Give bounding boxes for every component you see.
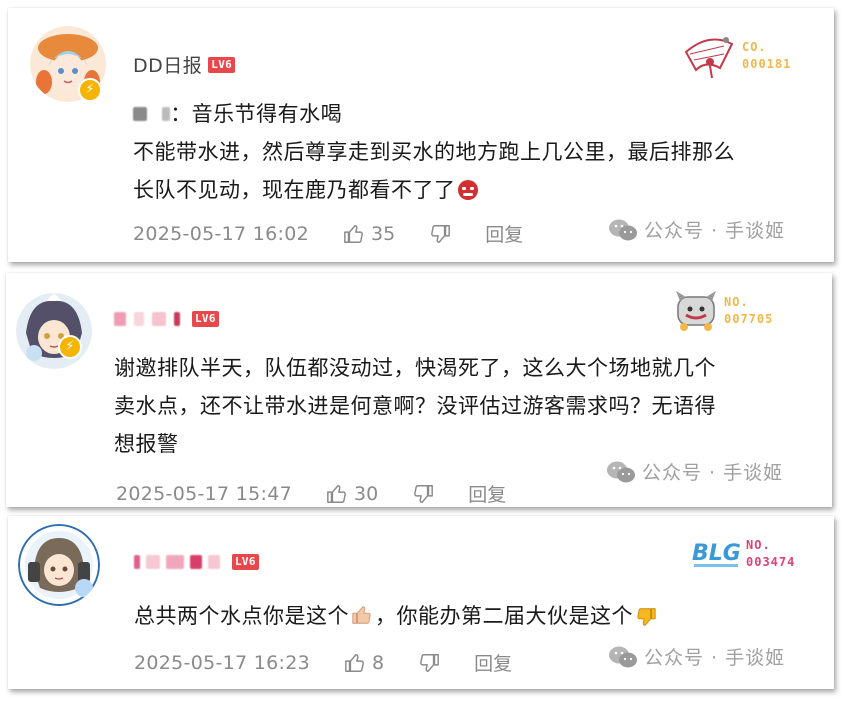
like-button[interactable]: 30: [326, 483, 378, 505]
redacted-block: [152, 312, 166, 326]
verified-badge-icon: ⚡: [78, 78, 102, 102]
fan-number: 007705: [724, 312, 774, 326]
fan-label: NO.: [746, 538, 771, 552]
thumbs-down-icon: [420, 653, 440, 672]
watermark-text: 公众号 · 手谈姬: [644, 647, 786, 669]
dislike-button[interactable]: [429, 223, 451, 245]
reply-button[interactable]: 回复: [485, 220, 523, 247]
comment-card: ⚡ LV6 NO. 007705 谢邀排队半天，队伍都没动过，快渴死了，这么大个…: [6, 273, 832, 507]
thumbs-down-icon: [414, 484, 434, 503]
fan-medal: CO. 000181: [680, 30, 791, 82]
comment-line: 总共两个水点你是这个: [134, 604, 349, 628]
wechat-icon: [607, 461, 635, 482]
comment-meta: 2025-05-17 16:23 8 回复: [134, 649, 512, 676]
fan-medal: BLG NO. 003474: [690, 536, 795, 572]
fan-label: NO.: [724, 295, 749, 309]
like-count: 30: [354, 482, 379, 505]
username-row: LV6: [134, 554, 259, 570]
comment-datetime: 2025-05-17 16:02: [133, 222, 310, 245]
fan-medal-icon: [676, 291, 716, 331]
dislike-button[interactable]: [418, 652, 440, 674]
comment-card: LV6 BLG NO. 003474 总共两个水点你是这个 ，你能办第二届大伙是这…: [8, 516, 834, 689]
comment-line: 卖水点，还不让带水进是何意啊？没评估过游客需求吗？无语得: [114, 394, 716, 418]
watermark: 公众号 · 手谈姬: [608, 643, 785, 670]
watermark: 公众号 · 手谈姬: [606, 458, 783, 485]
comment-meta: 2025-05-17 15:47 30 回复: [116, 480, 506, 507]
username-redacted[interactable]: [134, 555, 220, 569]
thumbs-up-emoji: [351, 600, 373, 638]
level-badge: LV6: [232, 554, 259, 570]
wechat-icon: [609, 646, 637, 667]
redacted-block: [166, 555, 184, 569]
like-button[interactable]: 35: [343, 223, 395, 245]
username-row: LV6: [114, 311, 219, 327]
comment-line: ，你能办第二届大伙是这个: [375, 604, 633, 628]
thumbs-up-icon: [327, 484, 346, 503]
like-count: 35: [371, 222, 396, 245]
comment-card: ⚡ DD日报 LV6 CO. 000181 ：音乐节得有水喝 不能带水进，然后尊…: [8, 8, 834, 262]
wechat-icon: [609, 219, 637, 240]
redacted-block: [114, 312, 126, 326]
fan-medal-icon: [684, 37, 734, 79]
redacted-block: [134, 312, 144, 326]
redacted-block: [190, 555, 202, 569]
quoted-user-redacted: [162, 107, 171, 121]
comment-line: 长队不见动，现在鹿乃都看不了了: [133, 178, 456, 202]
fan-number: 003474: [746, 555, 796, 569]
comment-text: ：音乐节得有水喝 不能带水进，然后尊享走到买水的地方跑上几公里，最后排那么 长队…: [133, 95, 735, 209]
quoted-user-redacted: [133, 107, 147, 121]
redacted-block: [134, 555, 140, 569]
like-count: 8: [372, 651, 385, 674]
avatar[interactable]: [16, 293, 92, 369]
thumbs-up-icon: [345, 653, 364, 672]
comment-text: 总共两个水点你是这个 ，你能办第二届大伙是这个: [134, 597, 657, 640]
svg-text:BLG: BLG: [692, 541, 741, 566]
comment-line-wrap: 总共两个水点你是这个 ，你能办第二届大伙是这个: [134, 597, 657, 640]
fan-medal-icon: BLG: [692, 541, 741, 567]
redacted-block: [208, 555, 220, 569]
thumbs-down-icon: [431, 224, 451, 243]
like-button[interactable]: 8: [344, 652, 384, 674]
username-row: DD日报 LV6: [133, 51, 236, 78]
watermark-text: 公众号 · 手谈姬: [644, 220, 786, 242]
watermark-text: 公众号 · 手谈姬: [642, 462, 784, 484]
comment-text: 谢邀排队半天，队伍都没动过，快渴死了，这么大个场地就几个 卖水点，还不让带水进是…: [114, 349, 716, 463]
username[interactable]: DD日报: [133, 51, 202, 78]
reply-quote-text: ：音乐节得有水喝: [170, 102, 343, 126]
angry-face-emoji: [457, 180, 478, 200]
redacted-block: [174, 312, 180, 326]
reply-button[interactable]: 回复: [474, 649, 512, 676]
watermark: 公众号 · 手谈姬: [608, 216, 785, 243]
comment-line-wrap: 长队不见动，现在鹿乃都看不了了: [133, 171, 735, 209]
level-badge: LV6: [208, 56, 236, 73]
redacted-block: [146, 555, 160, 569]
fan-number: 000181: [742, 57, 792, 71]
comment-datetime: 2025-05-17 15:47: [116, 482, 293, 505]
level-badge: LV6: [192, 311, 219, 327]
reply-quote: ：音乐节得有水喝: [133, 95, 735, 133]
thumbs-up-icon: [344, 224, 363, 243]
comment-meta: 2025-05-17 16:02 35 回复: [133, 220, 523, 247]
avatar[interactable]: [18, 524, 100, 606]
comment-line: 谢邀排队半天，队伍都没动过，快渴死了，这么大个场地就几个: [114, 356, 716, 380]
verified-badge-icon: ⚡: [58, 335, 82, 359]
thumbs-down-emoji: [635, 602, 657, 640]
comment-line: 不能带水进，然后尊享走到买水的地方跑上几公里，最后排那么: [133, 140, 735, 164]
dislike-button[interactable]: [412, 483, 434, 505]
comment-datetime: 2025-05-17 16:23: [134, 651, 311, 674]
username-redacted[interactable]: [114, 312, 180, 326]
fan-label: CO.: [742, 40, 767, 54]
reply-button[interactable]: 回复: [468, 480, 506, 507]
fan-medal: NO. 007705: [672, 289, 773, 333]
